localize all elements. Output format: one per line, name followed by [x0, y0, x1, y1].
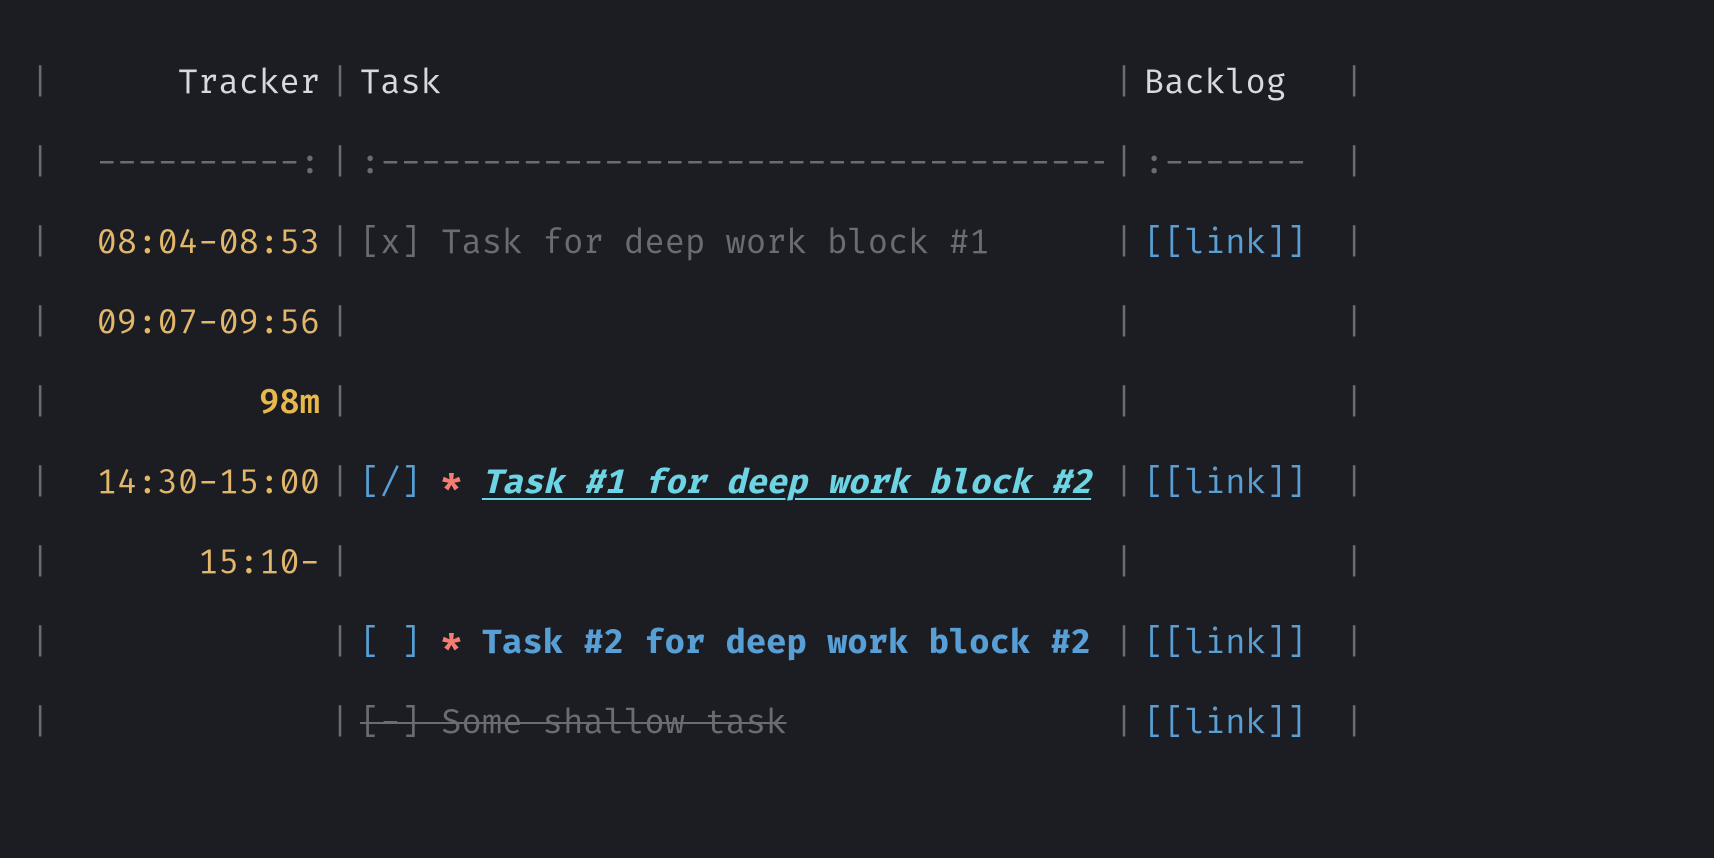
checkbox-cancelled-icon[interactable]: [-] — [360, 704, 421, 744]
duration-total: 98m — [50, 382, 320, 427]
task-cell: [/] * Task #1 for deep work block #2 — [360, 462, 1104, 507]
wikilink[interactable]: [[link]] — [1144, 222, 1344, 267]
checkbox-inprogress-icon[interactable]: [/] — [360, 464, 421, 504]
column-header-backlog: Backlog — [1144, 62, 1344, 107]
task-text-active[interactable]: Task #1 for deep work block #2 — [482, 464, 1091, 504]
divider-task: :------------------------------------ — [360, 142, 1104, 187]
pipe-icon: | — [1104, 142, 1144, 187]
pipe-icon: | — [1344, 622, 1364, 667]
pipe-icon: | — [1104, 702, 1144, 747]
pipe-icon: | — [1104, 382, 1144, 427]
divider-tracker: ----------: — [50, 142, 320, 187]
pipe-icon: | — [30, 702, 50, 747]
column-header-tracker: Tracker — [50, 62, 320, 107]
task-cell-cancelled: [-] Some shallow task — [360, 702, 1104, 747]
table-row[interactable]: | 14:30-15:00 | [/] * Task #1 for deep w… — [30, 444, 1684, 524]
time-range: 09:07-09:56 — [50, 302, 320, 347]
pipe-icon: | — [320, 622, 360, 667]
checkbox-open-icon[interactable]: [ ] — [360, 624, 421, 664]
pipe-icon: | — [30, 142, 50, 187]
column-header-task: Task — [360, 62, 1104, 107]
pipe-icon: | — [1104, 222, 1144, 267]
time-range-open: 15:10- — [50, 542, 320, 587]
pipe-icon: | — [30, 382, 50, 427]
pipe-icon: | — [1104, 462, 1144, 507]
table-row[interactable]: | 98m | | | — [30, 364, 1684, 444]
pipe-icon: | — [320, 222, 360, 267]
pipe-icon: | — [320, 142, 360, 187]
pipe-icon: | — [1344, 382, 1364, 427]
pipe-icon: | — [1344, 462, 1364, 507]
pipe-icon: | — [1104, 622, 1144, 667]
table-row[interactable]: | 09:07-09:56 | | | — [30, 284, 1684, 364]
pipe-icon: | — [30, 302, 50, 347]
task-text: Task #2 for deep work block #2 — [482, 624, 1091, 664]
time-range: 08:04-08:53 — [50, 222, 320, 267]
pipe-icon: | — [30, 542, 50, 587]
pipe-icon: | — [30, 462, 50, 507]
markdown-table-editor[interactable]: | Tracker | Task | Backlog | | ---------… — [0, 0, 1714, 764]
pipe-icon: | — [1344, 62, 1364, 107]
table-header-row: | Tracker | Task | Backlog | — [30, 44, 1684, 124]
table-row[interactable]: | | [-] Some shallow task | [[link]] | — [30, 684, 1684, 764]
pipe-icon: | — [1344, 222, 1364, 267]
pipe-icon: | — [30, 622, 50, 667]
table-row[interactable]: | | [ ] * Task #2 for deep work block #2… — [30, 604, 1684, 684]
priority-star-icon: * — [421, 464, 482, 504]
task-cell: [x] Task for deep work block #1 — [360, 222, 1104, 267]
pipe-icon: | — [1104, 542, 1144, 587]
pipe-icon: | — [1344, 302, 1364, 347]
wikilink[interactable]: [[link]] — [1144, 622, 1344, 667]
wikilink[interactable]: [[link]] — [1144, 702, 1344, 747]
pipe-icon: | — [1344, 702, 1364, 747]
wikilink[interactable]: [[link]] — [1144, 462, 1344, 507]
table-row[interactable]: | 15:10- | | | — [30, 524, 1684, 604]
pipe-icon: | — [1104, 62, 1144, 107]
pipe-icon: | — [320, 702, 360, 747]
task-text: Task for deep work block #1 — [421, 224, 990, 264]
task-cell: [ ] * Task #2 for deep work block #2 — [360, 622, 1104, 667]
pipe-icon: | — [320, 382, 360, 427]
pipe-icon: | — [320, 542, 360, 587]
table-row[interactable]: | 08:04-08:53 | [x] Task for deep work b… — [30, 204, 1684, 284]
task-text: Some shallow task — [421, 704, 787, 744]
pipe-icon: | — [1344, 542, 1364, 587]
pipe-icon: | — [30, 222, 50, 267]
pipe-icon: | — [320, 462, 360, 507]
priority-star-icon: * — [421, 624, 482, 664]
pipe-icon: | — [1104, 302, 1144, 347]
divider-backlog: :------- — [1144, 142, 1344, 187]
pipe-icon: | — [1344, 142, 1364, 187]
pipe-icon: | — [320, 62, 360, 107]
checkbox-done-icon[interactable]: [x] — [360, 224, 421, 264]
time-range: 14:30-15:00 — [50, 462, 320, 507]
table-divider-row: | ----------: | :-----------------------… — [30, 124, 1684, 204]
pipe-icon: | — [320, 302, 360, 347]
pipe-icon: | — [30, 62, 50, 107]
